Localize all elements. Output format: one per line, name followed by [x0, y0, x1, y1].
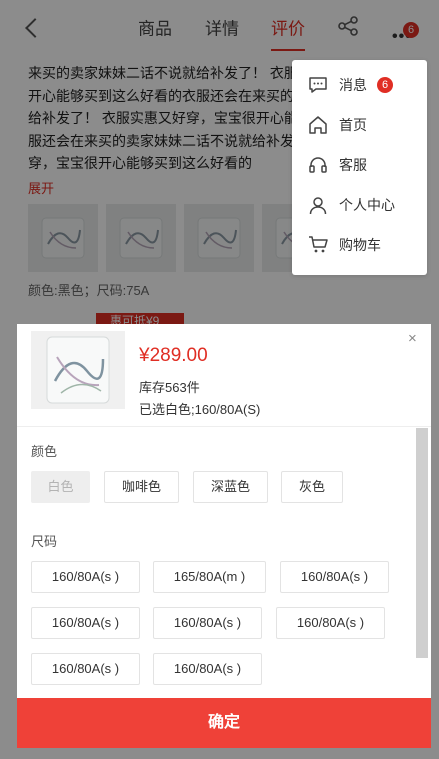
color-option[interactable]: 白色: [31, 471, 90, 503]
options-scrollbar[interactable]: [416, 428, 428, 658]
pillow-image-icon: [46, 336, 110, 404]
color-option[interactable]: 咖啡色: [104, 471, 179, 503]
menu-label: 购物车: [339, 237, 381, 253]
size-section-title: 尺码: [31, 534, 58, 549]
more-dropdown-menu: 消息 6 首页 客服 个人中心 购物车: [292, 60, 427, 275]
menu-item-profile[interactable]: 个人中心: [292, 185, 427, 225]
stock-count: 库存563件: [139, 380, 200, 395]
color-section-title: 颜色: [31, 444, 58, 459]
size-option[interactable]: 160/80A(s ): [280, 561, 389, 593]
home-icon: [309, 116, 327, 134]
divider: [17, 426, 431, 427]
size-option[interactable]: 160/80A(s ): [153, 653, 262, 685]
menu-label: 个人中心: [339, 197, 395, 213]
product-price: ¥289.00: [139, 345, 208, 366]
product-image: [31, 331, 125, 409]
selected-variant: 已选白色;160/80A(S): [139, 402, 261, 417]
menu-item-messages[interactable]: 消息 6: [292, 65, 427, 105]
user-icon: [309, 197, 327, 215]
headset-icon: [309, 157, 327, 173]
size-option[interactable]: 160/80A(s ): [153, 607, 262, 639]
menu-item-cart[interactable]: 购物车: [292, 225, 427, 265]
menu-item-customer-service[interactable]: 客服: [292, 145, 427, 185]
color-option[interactable]: 灰色: [281, 471, 343, 503]
message-badge: 6: [377, 77, 393, 93]
sku-selection-sheet: ¥289.00 库存563件 已选白色;160/80A(S) × 颜色 白色 咖…: [17, 324, 431, 748]
size-option[interactable]: 160/80A(s ): [276, 607, 385, 639]
menu-item-home[interactable]: 首页: [292, 105, 427, 145]
size-option[interactable]: 165/80A(m ): [153, 561, 266, 593]
size-option[interactable]: 160/80A(s ): [31, 653, 140, 685]
size-option[interactable]: 160/80A(s ): [31, 607, 140, 639]
confirm-button[interactable]: 确定: [17, 698, 431, 748]
menu-label: 消息: [339, 77, 367, 93]
menu-label: 客服: [339, 157, 367, 173]
menu-label: 首页: [339, 117, 367, 133]
size-option[interactable]: 160/80A(s ): [31, 561, 140, 593]
close-icon[interactable]: ×: [408, 330, 417, 347]
color-option[interactable]: 深蓝色: [193, 471, 268, 503]
message-icon: [309, 77, 327, 93]
cart-icon: [309, 236, 328, 253]
